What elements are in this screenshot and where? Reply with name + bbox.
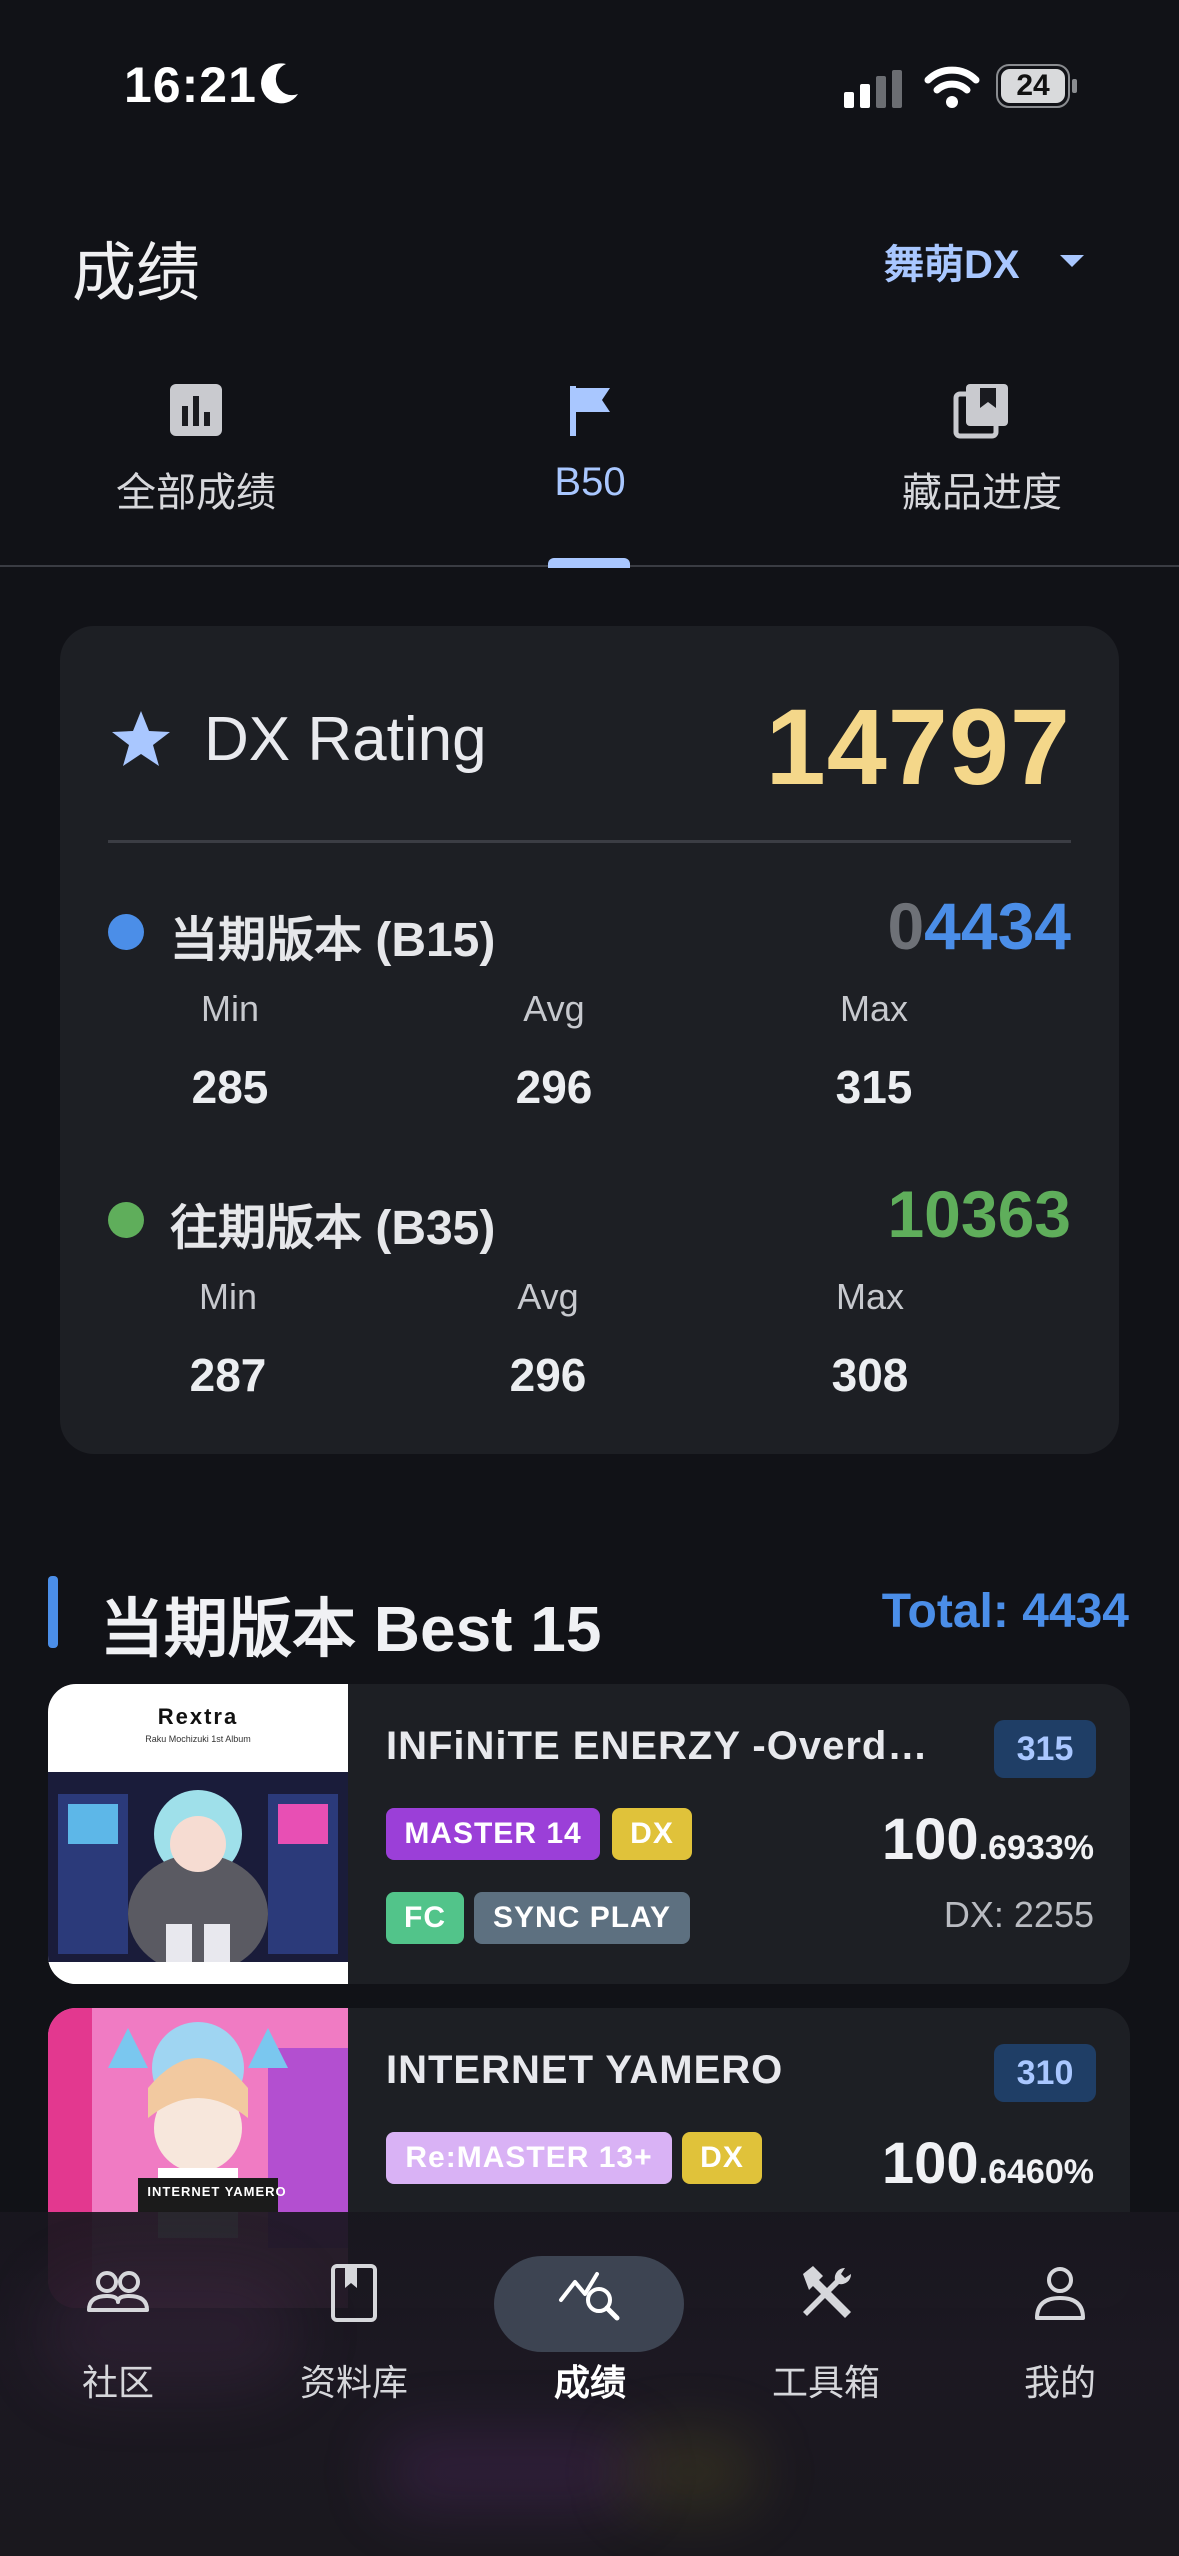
current-version-value-main: 4434: [924, 889, 1071, 963]
past-max: Max 308: [750, 1276, 990, 1402]
dx-score: DX: 2255: [943, 1894, 1094, 1935]
fc-badge: FC: [386, 1892, 464, 1944]
stat-value: 285: [191, 1061, 269, 1113]
nav-background-blur: [380, 2432, 640, 2512]
tools-icon: [803, 2266, 852, 2318]
past-version-label: 往期版本 (B35): [170, 1202, 496, 1255]
nav-label: 成绩: [553, 2362, 626, 2403]
game-selector-label: 舞萌DX: [884, 243, 1020, 287]
nav-scores[interactable]: 成绩: [490, 2260, 690, 2406]
status-time: 16:21: [124, 57, 257, 113]
current-version-value: 04434: [887, 888, 1071, 964]
difficulty-badge: Re:MASTER 13+: [386, 2132, 672, 2184]
tab-label: B50: [554, 460, 626, 504]
nav-toolbox[interactable]: 工具箱: [726, 2260, 926, 2406]
nav-profile[interactable]: 我的: [960, 2260, 1160, 2406]
album-art-subtitle: Raku Mochizuki 1st Album: [145, 1734, 251, 1744]
tab-b50[interactable]: B50: [440, 380, 740, 505]
current-max: Max 315: [754, 988, 994, 1114]
current-version-value-prefix: 0: [887, 889, 925, 963]
game-selector[interactable]: 舞萌DX: [884, 232, 1084, 290]
current-version-dot: [108, 914, 144, 950]
tab-all-scores[interactable]: 全部成绩: [46, 380, 346, 518]
moon-icon: [261, 63, 298, 104]
past-version-value: 10363: [887, 1177, 1071, 1251]
achievement-score: 100.6460%: [882, 2130, 1094, 2197]
screen: 16:21 24 成绩 舞萌DX 全部成绩 B50 藏品进度 DX Rating…: [0, 0, 1179, 2556]
score-search-icon: [559, 2272, 620, 2321]
score-integer: 100: [881, 2131, 979, 2196]
score-integer: 100: [881, 1807, 979, 1872]
community-icon: [87, 2271, 149, 2312]
stat-value: 287: [189, 1349, 267, 1401]
stat-label: Min: [198, 1276, 257, 1317]
stat-value: 308: [831, 1349, 909, 1401]
stat-label: Min: [200, 988, 259, 1029]
song-title: INTERNET YAMERO: [386, 2048, 784, 2092]
sync-play-badge: SYNC PLAY: [474, 1892, 690, 1944]
rating-card: DX Rating 14797 当期版本 (B15) 04434 Min 285…: [60, 626, 1119, 1454]
bar-chart-icon: [170, 384, 222, 436]
tab-label: 藏品进度: [902, 471, 1062, 515]
stat-label: Avg: [517, 1276, 579, 1317]
chevron-down-icon: [1059, 255, 1084, 267]
nav-label: 我的: [1023, 2362, 1096, 2403]
stat-label: Max: [835, 1276, 904, 1317]
stat-label: Max: [839, 988, 908, 1029]
stat-value: 296: [515, 1061, 593, 1113]
rating-value: 14797: [765, 686, 1071, 807]
battery-level: 24: [1016, 69, 1050, 102]
signal-icon: [844, 70, 902, 108]
rating-badge: 310: [994, 2044, 1096, 2102]
rating-label: DX Rating: [204, 705, 487, 774]
rating-badge: 315: [994, 1720, 1096, 1778]
collection-icon: [953, 384, 1008, 439]
page-title: 成绩: [72, 237, 200, 309]
stat-value: 296: [509, 1349, 587, 1401]
best15-total: Total: 4434: [881, 1585, 1129, 1638]
nav-label: 资料库: [299, 2362, 408, 2403]
past-version-row: 往期版本 (B35) 10363: [108, 1177, 1071, 1255]
score-decimal: .6460%: [978, 2153, 1094, 2191]
difficulty-badge: MASTER 14: [386, 1808, 600, 1860]
star-icon: [112, 711, 170, 766]
type-badge: DX: [612, 1808, 692, 1860]
achievement-score: 100.6933%: [882, 1806, 1094, 1873]
bottom-navigation: 社区 资料库 成绩 工具箱 我的: [0, 2212, 1179, 2556]
tab-bar: 全部成绩 B50 藏品进度: [0, 380, 1179, 566]
song-cover: Rextra Raku Mochizuki 1st Album: [48, 1684, 348, 1984]
past-version-dot: [108, 1202, 144, 1238]
active-tab-indicator: [548, 558, 630, 568]
nav-background-blur: [620, 2432, 760, 2512]
wifi-icon: [924, 66, 980, 108]
nav-library[interactable]: 资料库: [254, 2260, 454, 2406]
current-min: Min 285: [110, 988, 350, 1114]
stat-value: 315: [835, 1061, 913, 1113]
tab-collection-progress[interactable]: 藏品进度: [832, 380, 1132, 518]
section-accent-bar: [48, 1576, 58, 1648]
best15-title: 当期版本 Best 15: [100, 1593, 602, 1665]
song-card[interactable]: Rextra Raku Mochizuki 1st Album INFiNiTE…: [48, 1684, 1130, 1984]
type-badge: DX: [682, 2132, 762, 2184]
album-art-title: Rextra: [157, 1704, 239, 1729]
flag-icon: [570, 386, 610, 436]
current-avg: Avg 296: [434, 988, 674, 1114]
tab-label: 全部成绩: [116, 471, 276, 515]
nav-label: 工具箱: [771, 2362, 880, 2403]
current-version-row: 当期版本 (B15) 04434: [108, 889, 1071, 967]
profile-icon: [1035, 2267, 1085, 2320]
current-version-label: 当期版本 (B15): [170, 914, 496, 967]
song-title: INFiNiTE ENERZY -Overdose-: [386, 1724, 946, 1768]
album-art-title: INTERNET YAMERO: [147, 2184, 287, 2199]
past-avg: Avg 296: [428, 1276, 668, 1402]
score-decimal: .6933%: [978, 1829, 1094, 1867]
book-icon: [331, 2264, 377, 2322]
nav-community[interactable]: 社区: [18, 2260, 218, 2406]
card-divider: [108, 840, 1071, 843]
stat-label: Avg: [523, 988, 585, 1029]
past-min: Min 287: [108, 1276, 348, 1402]
nav-label: 社区: [81, 2362, 154, 2403]
